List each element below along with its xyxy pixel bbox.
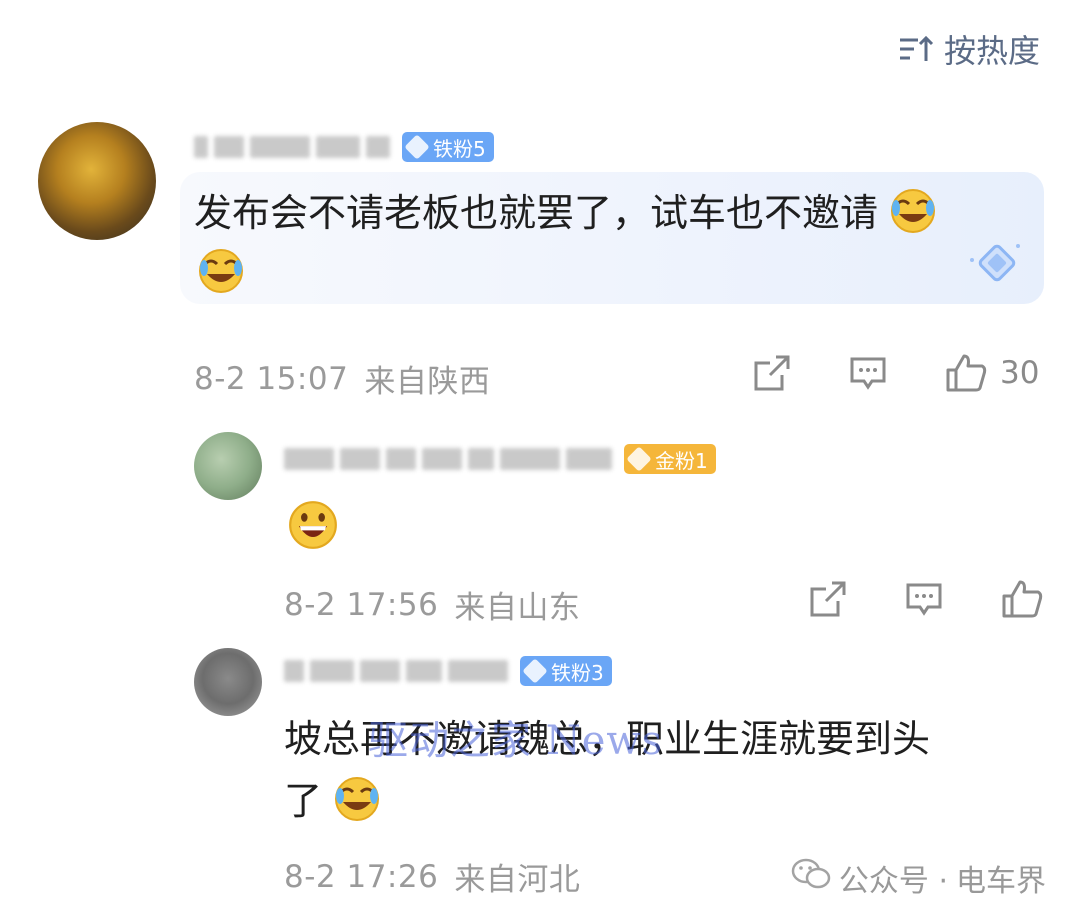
diamond-icon [404,134,430,160]
fan-level-badge: 金粉1 [624,444,716,474]
diamond-icon [522,658,548,684]
comment-location: 来自河北 [454,862,581,898]
account-watermark: 公众号 · 电车界 [791,856,1046,900]
laugh-cry-emoji-icon [891,189,936,233]
comment-actions [808,578,1044,620]
fan-level-badge: 铁粉5 [402,132,494,162]
comment-author-row: 金粉1 [284,444,716,474]
comment-meta: 8-2 17:26 来自河北 [284,854,580,899]
comment-reply-icon[interactable] [904,579,944,619]
sort-by-hot-button[interactable]: 按热度 [898,26,1040,72]
grin-emoji-icon [289,501,337,549]
share-icon[interactable] [752,353,792,393]
comment-location: 来自陕西 [364,364,491,400]
avatar[interactable] [38,122,156,240]
like-icon[interactable] [944,352,988,394]
wechat-icon [791,857,831,899]
blurred-username[interactable] [194,133,390,161]
fan-level-badge: 铁粉3 [520,656,612,686]
laugh-cry-emoji-icon [199,249,243,293]
comment-content: 发布会不请老板也就罢了，试车也不邀请 [194,182,1024,244]
sort-label: 按热度 [943,32,1040,70]
comment-author-row: 铁粉5 [194,132,494,162]
comment-timestamp: 8-2 15:07 [194,360,349,397]
comment-reply-icon[interactable] [848,353,888,393]
avatar[interactable] [194,648,262,716]
comment-meta: 8-2 17:56 来自山东 [284,582,580,627]
like-count: 30 [1000,355,1040,391]
like-icon[interactable] [1000,578,1044,620]
diamond-icon [626,446,652,472]
comment-meta: 8-2 15:07 来自陕西 [194,356,490,401]
comment-location: 来自山东 [454,590,581,626]
comment-timestamp: 8-2 17:26 [284,858,439,895]
comment-actions: 30 [752,352,1039,394]
account-prefix: 公众号 · [838,864,948,899]
blurred-username[interactable] [284,657,508,685]
account-name: 电车界 [956,864,1046,899]
share-icon[interactable] [808,579,848,619]
comment-author-row: 铁粉3 [284,656,612,686]
sort-icon [898,34,934,64]
diamond-decoration-icon [966,240,1026,296]
comment-timestamp: 8-2 17:56 [284,586,439,623]
laugh-cry-emoji-icon [335,777,380,821]
comment-content-line: 了 [284,770,1024,832]
blurred-username[interactable] [284,445,612,473]
watermark: 驱动之家 News [368,718,664,764]
avatar[interactable] [194,432,262,500]
